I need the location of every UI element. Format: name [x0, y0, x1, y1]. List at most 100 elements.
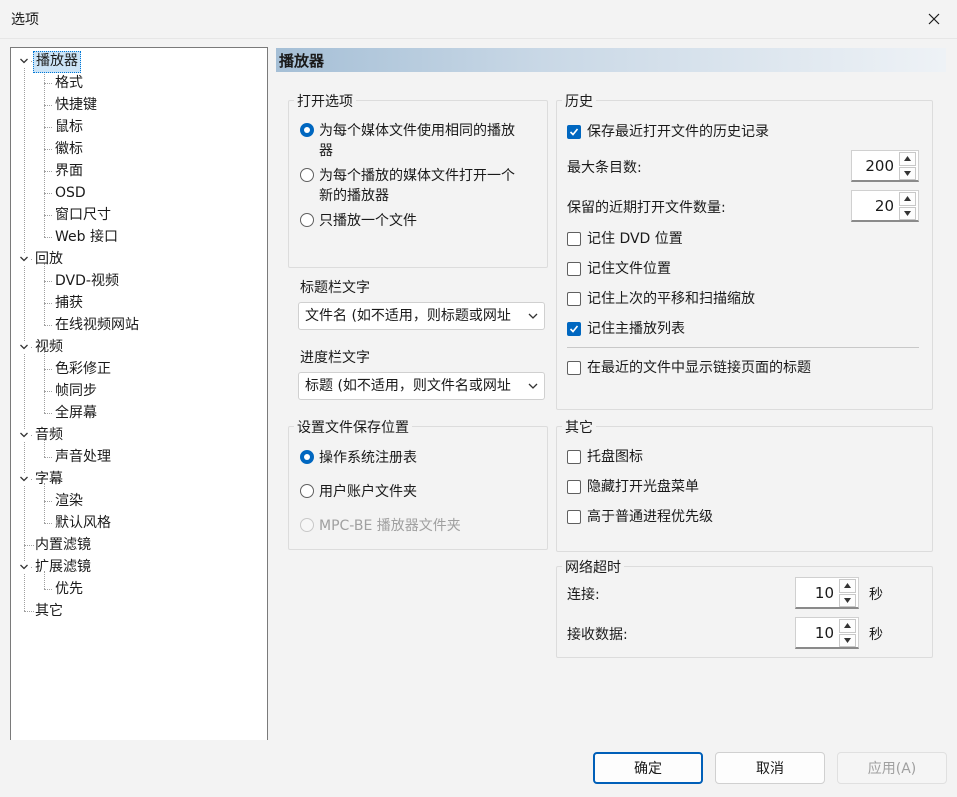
tree-item[interactable]: 扩展滤镜 [33, 557, 93, 577]
tree-expander[interactable] [18, 429, 30, 441]
receive-timeout-value[interactable]: 10 [815, 618, 834, 648]
tree-item[interactable]: 界面 [53, 161, 85, 181]
tree-item[interactable]: 字幕 [33, 469, 65, 489]
radio-same-player-indicator[interactable] [300, 123, 314, 137]
chevron-down-icon [528, 383, 538, 389]
check-tray-icon-box[interactable] [567, 450, 581, 464]
check-show-link-title-box[interactable] [567, 361, 581, 375]
check-remember-dvd[interactable]: 记住 DVD 位置 [567, 229, 683, 249]
recent-files-value[interactable]: 20 [875, 191, 894, 221]
tree-item[interactable]: 声音处理 [53, 447, 113, 467]
max-items-value[interactable]: 200 [865, 151, 894, 181]
chevron-down-icon [528, 313, 538, 319]
check-hide-cd-menu-box[interactable] [567, 480, 581, 494]
tree-item[interactable]: 回放 [33, 249, 65, 269]
spin-up-button[interactable] [839, 619, 856, 633]
spin-up-button[interactable] [899, 152, 916, 166]
triangle-up-icon [844, 623, 851, 629]
tree-item[interactable]: 窗口尺寸 [53, 205, 113, 225]
radio-new-player-indicator[interactable] [300, 168, 314, 182]
tree-item[interactable]: OSD [53, 183, 88, 203]
radio-new-player[interactable]: 为每个播放的媒体文件打开一个 新的播放器 [300, 166, 515, 206]
tree-item[interactable]: 帧同步 [53, 381, 99, 401]
tree-item[interactable]: 徽标 [53, 139, 85, 159]
radio-same-player[interactable]: 为每个媒体文件使用相同的播放器 [300, 121, 515, 161]
close-icon [928, 13, 940, 25]
check-hide-cd-menu[interactable]: 隐藏打开光盘菜单 [567, 477, 699, 497]
tree-item[interactable]: 快捷键 [53, 95, 99, 115]
triangle-down-icon [904, 170, 911, 176]
spin-down-button[interactable] [899, 166, 916, 180]
max-items-spinner[interactable]: 200 [851, 150, 919, 182]
tree-item[interactable]: 鼠标 [53, 117, 85, 137]
check-high-priority-box[interactable] [567, 510, 581, 524]
check-icon [569, 325, 579, 333]
tree-item[interactable]: 渲染 [53, 491, 85, 511]
recent-files-label: 保留的近期打开文件数量: [567, 200, 726, 216]
check-show-link-title[interactable]: 在最近的文件中显示链接页面的标题 [567, 358, 811, 378]
open-options-title: 打开选项 [294, 91, 356, 111]
radio-registry-indicator[interactable] [300, 450, 314, 464]
tree-item[interactable]: DVD-视频 [53, 271, 121, 291]
receive-timeout-spinner[interactable]: 10 [795, 617, 859, 649]
tree-connector [44, 149, 52, 150]
connect-timeout-value[interactable]: 10 [815, 578, 834, 608]
spin-down-button[interactable] [899, 206, 916, 220]
radio-play-one-file[interactable]: 只播放一个文件 [300, 211, 417, 231]
radio-registry[interactable]: 操作系统注册表 [300, 448, 417, 468]
check-keep-history-box[interactable] [567, 125, 581, 139]
recent-files-spinner[interactable]: 20 [851, 190, 919, 222]
tree-item[interactable]: 优先 [53, 579, 85, 599]
check-high-priority[interactable]: 高于普通进程优先级 [567, 507, 713, 527]
tree-item[interactable]: 音频 [33, 425, 65, 445]
spin-down-button[interactable] [839, 593, 856, 607]
close-button[interactable] [911, 0, 957, 38]
cancel-button[interactable]: 取消 [715, 752, 825, 784]
radio-play-one-file-indicator[interactable] [300, 213, 314, 227]
title-bar: 选项 [0, 0, 957, 39]
check-remember-pan-box[interactable] [567, 292, 581, 306]
tree-item[interactable]: 内置滤镜 [33, 535, 93, 555]
tree-item[interactable]: 色彩修正 [53, 359, 113, 379]
check-remember-playlist[interactable]: 记住主播放列表 [567, 319, 685, 339]
connect-timeout-spinner[interactable]: 10 [795, 577, 859, 609]
tree-item[interactable]: 其它 [33, 601, 65, 621]
title-bar-text-value: 文件名 (如不适用，则标题或网址 [305, 308, 511, 324]
tree-item[interactable]: Web 接口 [53, 227, 120, 247]
spin-down-button[interactable] [839, 633, 856, 647]
tree-expander[interactable] [18, 253, 30, 265]
spin-up-button[interactable] [839, 579, 856, 593]
check-keep-history[interactable]: 保存最近打开文件的历史记录 [567, 122, 769, 142]
check-show-link-title-label: 在最近的文件中显示链接页面的标题 [587, 360, 811, 376]
triangle-up-icon [904, 196, 911, 202]
other-title: 其它 [562, 417, 596, 437]
spin-up-button[interactable] [899, 192, 916, 206]
title-bar-text-select[interactable]: 文件名 (如不适用，则标题或网址 [298, 302, 545, 330]
check-icon [569, 128, 579, 136]
check-remember-playlist-box[interactable] [567, 322, 581, 336]
tree-expander[interactable] [18, 341, 30, 353]
options-tree[interactable]: 播放器 格式 快捷键 鼠标 徽标 界面 OSD 窗口尺寸 Web 接口 回放 DVD-视频 捕获 在线视… [10, 47, 268, 741]
check-remember-file[interactable]: 记住文件位置 [567, 259, 671, 279]
tree-item[interactable]: 全屏幕 [53, 403, 99, 423]
tree-item[interactable]: 播放器 [33, 51, 81, 73]
tree-expander[interactable] [18, 473, 30, 485]
tree-expander[interactable] [18, 561, 30, 573]
check-remember-dvd-box[interactable] [567, 232, 581, 246]
tree-item[interactable]: 默认风格 [53, 513, 113, 533]
tree-item[interactable]: 视频 [33, 337, 65, 357]
tree-connector [44, 391, 52, 392]
check-remember-pan[interactable]: 记住上次的平移和扫描缩放 [567, 289, 755, 309]
tree-item[interactable]: 捕获 [53, 293, 85, 313]
seekbar-text-select[interactable]: 标题 (如不适用，则文件名或网址 [298, 372, 545, 400]
radio-user-folder-indicator[interactable] [300, 484, 314, 498]
tree-expander[interactable] [18, 55, 30, 67]
tree-item[interactable]: 格式 [53, 73, 85, 93]
tree-connector [44, 413, 52, 414]
check-remember-file-box[interactable] [567, 262, 581, 276]
chevron-down-icon [20, 58, 28, 64]
ok-button[interactable]: 确定 [593, 752, 703, 784]
radio-user-folder[interactable]: 用户账户文件夹 [300, 482, 417, 502]
tree-item[interactable]: 在线视频网站 [53, 315, 141, 335]
check-tray-icon[interactable]: 托盘图标 [567, 447, 643, 467]
